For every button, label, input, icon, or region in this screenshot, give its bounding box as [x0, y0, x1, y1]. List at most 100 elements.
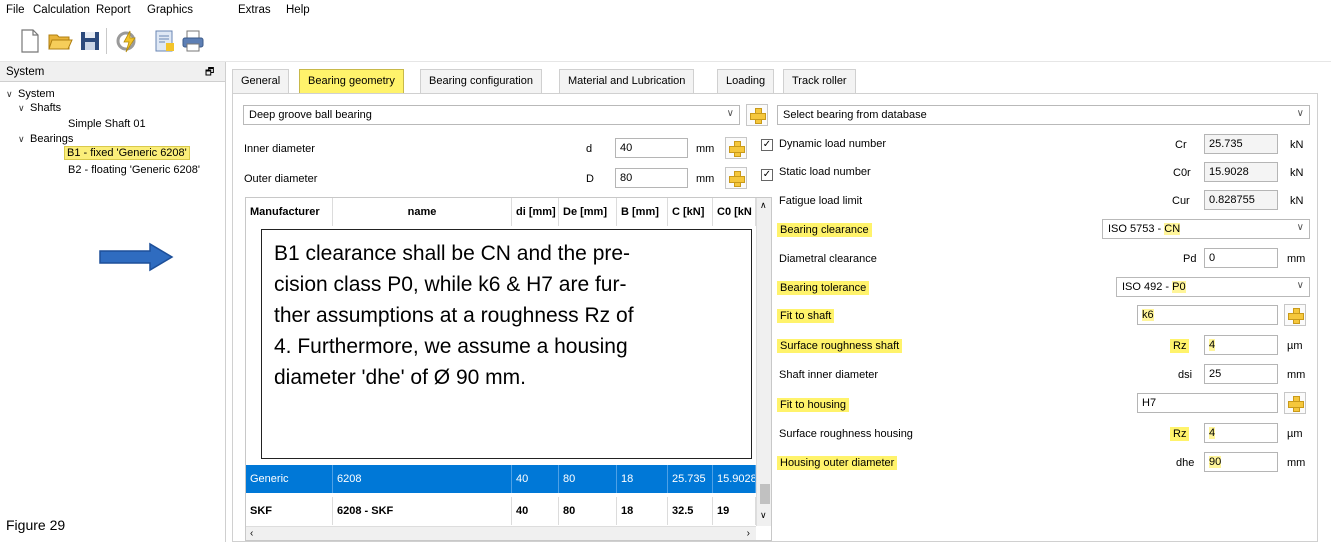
database-select-value: Select bearing from database	[783, 109, 927, 121]
menu-report[interactable]: Report	[96, 4, 131, 16]
scrollbar-thumb[interactable]	[760, 484, 770, 504]
report-icon[interactable]	[152, 28, 178, 54]
chevron-down-icon: ∨	[726, 108, 734, 119]
menu-extras[interactable]: Extras	[238, 4, 271, 16]
column-header-de[interactable]: De [mm]	[559, 198, 617, 226]
cell-name: 6208 - SKF	[333, 497, 512, 525]
roughness-shaft-value: 4	[1209, 339, 1216, 351]
fit-housing-input[interactable]: H7	[1137, 393, 1278, 413]
bearing-clearance-label: Bearing clearance	[777, 223, 872, 237]
note-line: B1 clearance shall be CN and the pre-	[274, 242, 631, 265]
add-outer-diameter-button[interactable]	[725, 167, 747, 189]
toolbar	[0, 22, 1331, 62]
tree-item-shafts[interactable]: ∨ Shafts	[18, 102, 61, 114]
chevron-down-icon[interactable]: ∨	[18, 103, 30, 114]
column-header-manufacturer[interactable]: Manufacturer	[246, 198, 333, 226]
scroll-down-icon[interactable]: ∨	[760, 510, 767, 521]
scroll-up-icon[interactable]: ∧	[760, 200, 767, 211]
inner-diameter-input[interactable]: 40	[615, 138, 688, 158]
bearing-type-select[interactable]: Deep groove ball bearing ∨	[243, 105, 740, 125]
fatigue-limit-input[interactable]: 0.828755	[1204, 190, 1278, 210]
bearing-clearance-select[interactable]: ISO 5753 - CN ∨	[1102, 219, 1310, 239]
cell-name: 6208	[333, 465, 512, 493]
shaft-inner-input[interactable]: 25	[1204, 364, 1278, 384]
scroll-left-icon[interactable]: ‹	[250, 528, 253, 539]
figure-caption: Figure 29	[6, 517, 66, 533]
roughness-housing-value: 4	[1209, 427, 1216, 439]
add-fit-shaft-button[interactable]	[1284, 304, 1306, 326]
menu-bar: File Calculation Report Graphics Extras …	[0, 0, 1331, 22]
column-header-c[interactable]: C [kN]	[668, 198, 713, 226]
roughness-housing-input[interactable]: 4	[1204, 423, 1278, 443]
static-load-unit: kN	[1290, 167, 1304, 179]
diametral-clearance-label: Diametral clearance	[779, 253, 877, 265]
inner-diameter-label: Inner diameter	[244, 143, 315, 155]
chevron-down-icon[interactable]: ∨	[6, 89, 18, 100]
dynamic-load-checkbox[interactable]: ✓	[761, 139, 773, 151]
open-folder-icon[interactable]	[47, 28, 73, 54]
static-load-symbol: C0r	[1173, 167, 1191, 179]
print-icon[interactable]	[180, 28, 206, 54]
tab-general[interactable]: General	[232, 69, 290, 93]
static-load-input[interactable]: 15.9028	[1204, 162, 1278, 182]
fit-shaft-label: Fit to shaft	[777, 309, 835, 323]
static-load-checkbox[interactable]: ✓	[761, 169, 773, 181]
add-inner-diameter-button[interactable]	[725, 137, 747, 159]
tree-item-bearing-b2[interactable]: B2 - floating 'Generic 6208'	[68, 164, 200, 176]
menu-help[interactable]: Help	[286, 4, 310, 16]
cell-di: 40	[512, 497, 559, 525]
chevron-down-icon[interactable]: ∨	[18, 134, 30, 145]
outer-diameter-unit: mm	[696, 173, 715, 185]
vertical-scrollbar[interactable]: ∧ ∨	[756, 198, 771, 526]
tree-label: B2 - floating 'Generic 6208'	[68, 164, 200, 176]
scroll-right-icon[interactable]: ›	[747, 528, 750, 539]
column-header-c0[interactable]: C0 [kN	[713, 198, 756, 226]
inner-diameter-unit: mm	[696, 143, 715, 155]
calculate-icon[interactable]	[115, 28, 141, 54]
roughness-shaft-input[interactable]: 4	[1204, 335, 1278, 355]
annotation-note: B1 clearance shall be CN and the pre- ci…	[261, 229, 752, 459]
tab-track-roller[interactable]: Track roller	[783, 69, 856, 93]
table-row[interactable]: SKF 6208 - SKF 40 80 18 32.5 19	[246, 497, 756, 525]
fit-shaft-value: k6	[1142, 309, 1154, 321]
table-row[interactable]: Generic 6208 40 80 18 25.735 15.9028	[246, 465, 756, 493]
chevron-down-icon: ∨	[1296, 108, 1304, 119]
tab-loading[interactable]: Loading	[717, 69, 775, 93]
tab-bearing-geometry[interactable]: Bearing geometry	[299, 69, 404, 93]
column-header-di[interactable]: di [mm]	[512, 198, 559, 226]
bearing-type-value: Deep groove ball bearing	[249, 109, 372, 121]
outer-diameter-input[interactable]: 80	[615, 168, 688, 188]
dynamic-load-input[interactable]: 25.735	[1204, 134, 1278, 154]
tree-item-system[interactable]: ∨ System	[6, 88, 55, 100]
bearing-tolerance-select[interactable]: ISO 492 - P0 ∨	[1116, 277, 1310, 297]
float-panel-icon[interactable]: 🗗	[205, 65, 214, 82]
tree-item-bearings[interactable]: ∨ Bearings	[18, 133, 73, 145]
roughness-shaft-unit: µm	[1287, 340, 1303, 352]
column-header-name[interactable]: name	[333, 198, 512, 226]
add-bearing-type-button[interactable]	[746, 104, 768, 126]
system-panel-title: System	[6, 66, 45, 78]
diametral-clearance-input[interactable]: 0	[1204, 248, 1278, 268]
menu-graphics[interactable]: Graphics	[147, 4, 193, 16]
bearing-tolerance-value: P0	[1172, 281, 1186, 293]
roughness-shaft-label: Surface roughness shaft	[777, 339, 903, 353]
fit-shaft-input[interactable]: k6	[1137, 305, 1278, 325]
column-header-b[interactable]: B [mm]	[617, 198, 668, 226]
horizontal-scrollbar[interactable]: ‹ ›	[246, 526, 756, 540]
housing-outer-input[interactable]: 90	[1204, 452, 1278, 472]
add-fit-housing-button[interactable]	[1284, 392, 1306, 414]
tree-item-bearing-b1[interactable]: B1 - fixed 'Generic 6208'	[64, 146, 190, 160]
save-icon[interactable]	[77, 28, 103, 54]
new-file-icon[interactable]	[17, 28, 43, 54]
menu-file[interactable]: File	[6, 4, 25, 16]
database-select[interactable]: Select bearing from database ∨	[777, 105, 1310, 125]
menu-calculation[interactable]: Calculation	[33, 4, 90, 16]
tab-material-lubrication[interactable]: Material and Lubrication	[559, 69, 695, 93]
dynamic-load-unit: kN	[1290, 139, 1304, 151]
tree-item-shaft[interactable]: Simple Shaft 01	[68, 118, 146, 130]
fatigue-limit-label: Fatigue load limit	[779, 195, 863, 207]
housing-outer-label: Housing outer diameter	[777, 456, 898, 470]
tab-bearing-configuration[interactable]: Bearing configuration	[420, 69, 542, 93]
chevron-down-icon: ∨	[1296, 222, 1304, 233]
cell-manufacturer: SKF	[246, 497, 333, 525]
